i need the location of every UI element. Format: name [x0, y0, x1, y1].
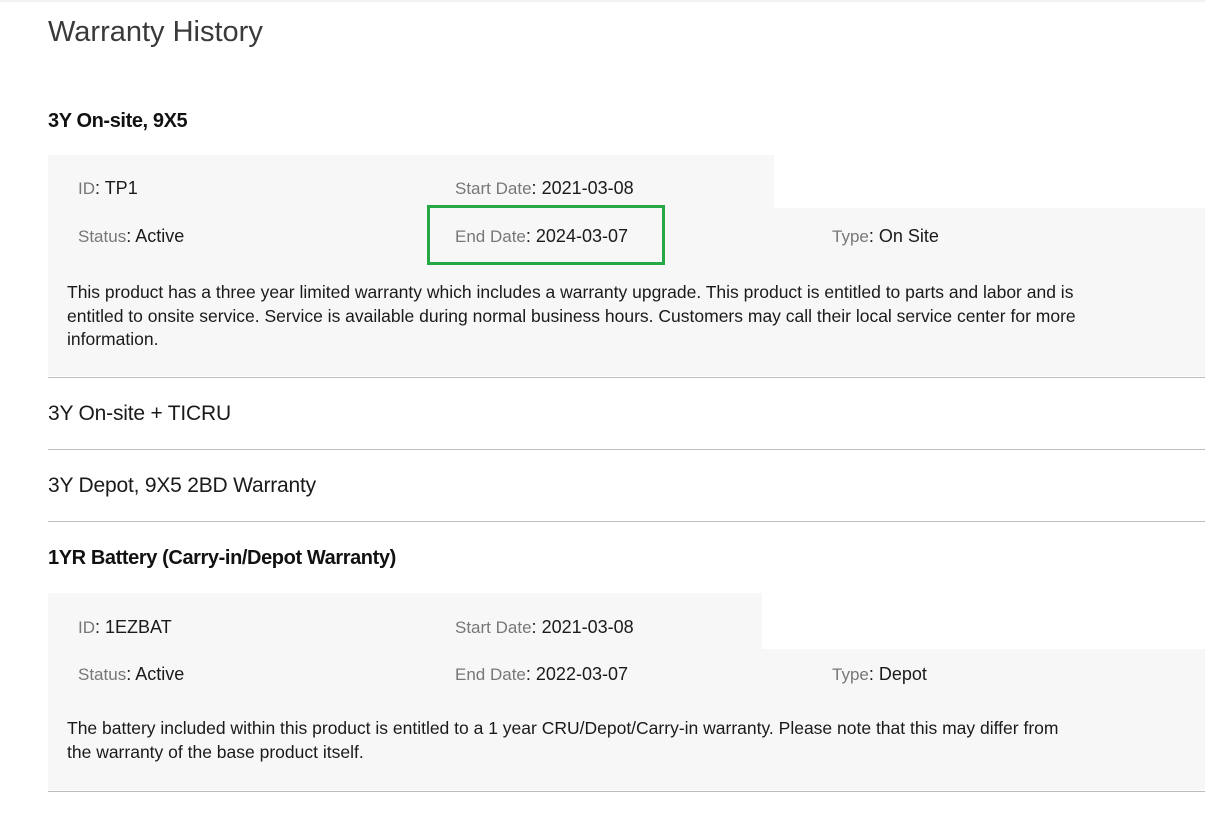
warranty-end-date: End Date: 2022-03-07 [455, 664, 628, 684]
section-divider [48, 791, 1205, 792]
warranty-start-date: Start Date: 2021-03-08 [455, 617, 634, 637]
warranty-end-date: End Date: 2024-03-07 [455, 226, 628, 246]
warranty-type: Type: On Site [832, 226, 939, 246]
warranty-title[interactable]: 3Y Depot, 9X5 2BD Warranty [48, 474, 316, 498]
section-divider [48, 449, 1205, 450]
warranty-type: Type: Depot [832, 664, 927, 684]
warranty-title[interactable]: 3Y On-site + TICRU [48, 402, 231, 426]
section-divider [48, 521, 1205, 522]
warranty-description: This product has a three year limited wa… [67, 282, 1076, 349]
top-border [0, 0, 1205, 2]
section-divider [48, 377, 1205, 378]
warranty-status: Status: Active [78, 664, 185, 684]
warranty-id: ID: TP1 [78, 178, 138, 198]
warranty-title[interactable]: 1YR Battery (Carry-in/Depot Warranty) [48, 547, 396, 570]
warranty-description: The battery included within this product… [67, 718, 1059, 762]
warranty-title[interactable]: 3Y On-site, 9X5 [48, 110, 188, 133]
warranty-id: ID: 1EZBAT [78, 617, 172, 637]
details-panel-top [48, 155, 774, 208]
warranty-status: Status: Active [78, 226, 185, 246]
warranty-start-date: Start Date: 2021-03-08 [455, 178, 634, 198]
page-title: Warranty History [48, 16, 263, 48]
